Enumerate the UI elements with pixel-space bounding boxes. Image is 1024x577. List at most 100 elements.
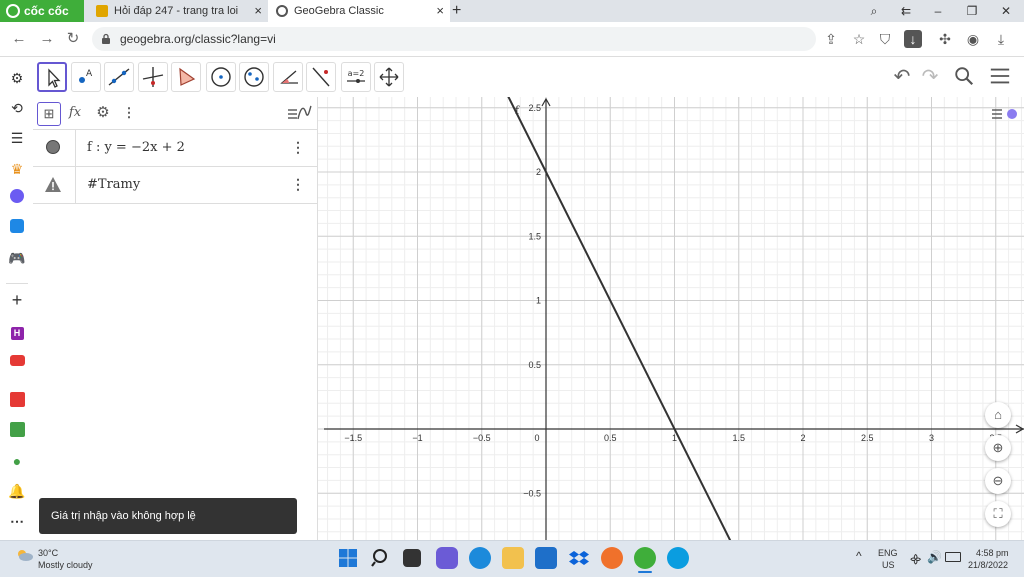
skype-icon[interactable] <box>667 547 689 569</box>
file-explorer-icon[interactable] <box>502 547 524 569</box>
svg-text:A: A <box>86 69 93 79</box>
weather-desc[interactable]: Mostly cloudy <box>38 560 93 570</box>
clock-time[interactable]: 4:58 pm <box>976 548 1009 558</box>
back-history-icon[interactable]: ⇇ <box>890 0 922 22</box>
tray-chevron-icon[interactable]: ^ <box>856 549 862 563</box>
tab-hoidap247[interactable]: Hỏi đáp 247 - trang tra loi × <box>88 0 268 22</box>
tab-close-icon[interactable]: × <box>254 3 262 18</box>
share-icon[interactable]: ⇪ <box>822 30 840 48</box>
reload-icon[interactable]: ↻ <box>64 30 82 48</box>
line-icon <box>108 68 130 86</box>
add-icon[interactable]: + <box>7 291 27 309</box>
algebra-settings-gear-icon[interactable]: ⚙ <box>92 102 114 124</box>
tab-geogebra[interactable]: GeoGebra Classic × <box>268 0 450 22</box>
clock-date[interactable]: 21/8/2022 <box>968 560 1008 570</box>
algebra-item-tramy[interactable]: #Tramy ⋮ <box>33 167 317 204</box>
move-tool[interactable] <box>37 62 67 92</box>
windows-start-icon[interactable] <box>337 547 359 569</box>
move-arrows-icon <box>379 67 399 87</box>
notes-icon[interactable]: ☰ <box>7 129 27 147</box>
algebra-item-text[interactable]: f : y = −2x + 2 <box>87 140 185 155</box>
point-tool[interactable]: A <box>71 62 101 92</box>
coccoc-taskbar-icon[interactable] <box>634 547 656 569</box>
y-tick-label: −0.5 <box>523 488 541 498</box>
hoidap-h-icon[interactable]: H <box>7 322 27 340</box>
crown-icon[interactable]: ♛ <box>7 160 27 178</box>
tab-search-icon[interactable]: ⌕ <box>858 0 890 22</box>
tree-view-icon[interactable]: ⊞ <box>37 102 61 126</box>
hoidap-favicon-icon <box>96 5 108 17</box>
minimize-button[interactable]: – <box>922 0 954 22</box>
browser-brand-button[interactable]: cốc cốc <box>0 0 84 22</box>
perpendicular-tool[interactable] <box>138 62 168 92</box>
zalo-icon[interactable] <box>7 219 27 237</box>
forward-arrow-icon[interactable]: → <box>38 30 56 48</box>
maximize-button[interactable]: ❐ <box>956 0 988 22</box>
game-controller-icon[interactable]: 🎮 <box>7 249 27 267</box>
x-tick-label: −0.5 <box>473 433 491 443</box>
mail-icon[interactable] <box>535 547 557 569</box>
x-tick-label: −1.5 <box>344 433 362 443</box>
download-savefrom-icon[interactable]: ↓ <box>904 30 922 48</box>
search-icon[interactable] <box>952 65 976 89</box>
zoom-in-icon[interactable]: ⊕ <box>985 435 1011 461</box>
notification-bell-icon[interactable]: 🔔 <box>7 482 27 500</box>
undo-icon[interactable]: ↶ <box>890 65 914 89</box>
dropbox-icon[interactable] <box>568 547 590 569</box>
more-icon[interactable]: ⋯ <box>7 512 27 530</box>
reflect-tool[interactable] <box>306 62 336 92</box>
bookmark-star-icon[interactable]: ☆ <box>850 30 868 48</box>
move-graphics-tool[interactable] <box>374 62 404 92</box>
slider-tool[interactable]: a=2 <box>341 62 371 92</box>
tab-close-icon[interactable]: × <box>436 3 444 18</box>
home-icon[interactable]: ⌂ <box>985 402 1011 428</box>
fullscreen-icon[interactable]: ⛶ <box>985 501 1011 527</box>
redo-icon[interactable]: ↷ <box>918 65 942 89</box>
teams-chat-icon[interactable] <box>436 547 458 569</box>
task-view-icon[interactable] <box>403 549 421 567</box>
taskbar-search-icon[interactable] <box>370 547 392 569</box>
settings-gear-icon[interactable]: ⚙ <box>7 69 27 87</box>
circle-tool[interactable] <box>206 62 236 92</box>
graph-canvas[interactable]: −1.5−1−0.500.511.522.533.5 2.521.510.5−0… <box>318 97 1024 540</box>
history-icon[interactable]: ⟲ <box>7 99 27 117</box>
algebra-item-text[interactable]: #Tramy <box>87 177 140 192</box>
battery-icon[interactable] <box>945 552 961 562</box>
fx-icon[interactable]: fx <box>64 102 86 124</box>
profile-icon[interactable]: ◉ <box>964 30 982 48</box>
item-menu-icon[interactable]: ⋮ <box>291 176 305 193</box>
edge-browser-icon[interactable] <box>469 547 491 569</box>
algebra-item-f[interactable]: f : y = −2x + 2 ⋮ <box>33 130 317 167</box>
chat-icon[interactable]: ● <box>7 452 27 470</box>
polygon-tool[interactable] <box>171 62 201 92</box>
shield-icon[interactable]: ⛉ <box>876 30 894 48</box>
downloads-icon[interactable]: ⤓ <box>992 30 1010 48</box>
zoom-out-icon[interactable]: ⊖ <box>985 468 1011 494</box>
graphics-style-icon[interactable] <box>286 102 312 124</box>
messenger-icon[interactable] <box>7 189 27 207</box>
language-line1[interactable]: ENG <box>878 548 898 558</box>
promo-icon[interactable] <box>7 422 27 440</box>
volume-icon[interactable]: 🔊 <box>927 550 942 564</box>
algebra-more-icon[interactable]: ⋮ <box>118 102 140 124</box>
item-menu-icon[interactable]: ⋮ <box>291 139 305 156</box>
shopee-icon[interactable] <box>7 392 27 410</box>
extensions-puzzle-icon[interactable]: ✣ <box>936 30 954 48</box>
main-menu-icon[interactable] <box>988 65 1012 89</box>
wifi-icon[interactable]: ᯽ <box>909 550 922 567</box>
url-field[interactable]: geogebra.org/classic?lang=vi <box>92 27 816 51</box>
circle-three-points-tool[interactable] <box>239 62 269 92</box>
back-arrow-icon[interactable]: ← <box>10 30 28 48</box>
x-tick-label: 2 <box>800 433 805 443</box>
weather-temp[interactable]: 30°C <box>38 548 58 558</box>
graphics-view[interactable]: −1.5−1−0.500.511.522.533.5 2.521.510.5−0… <box>318 97 1024 540</box>
firefox-icon[interactable] <box>601 547 623 569</box>
new-tab-button[interactable]: + <box>452 0 468 22</box>
visibility-toggle-icon[interactable] <box>46 140 60 154</box>
close-window-button[interactable]: ✕ <box>990 0 1022 22</box>
youtube-icon[interactable] <box>7 352 27 370</box>
style-bar-toggle-icon[interactable] <box>990 103 1020 125</box>
angle-tool[interactable] <box>273 62 303 92</box>
language-line2[interactable]: US <box>882 560 895 570</box>
line-tool[interactable] <box>104 62 134 92</box>
